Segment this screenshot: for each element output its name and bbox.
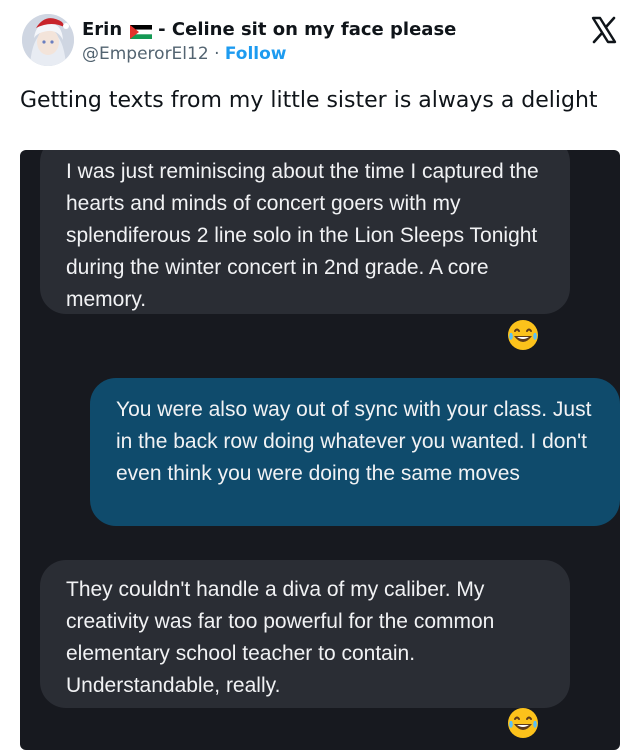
tweet-header: Erin - Celine sit on my face please @Emp…: [0, 0, 640, 80]
tweet-text: Getting texts from my little sister is a…: [20, 88, 598, 113]
author-handle[interactable]: @EmperorEl12: [82, 44, 209, 64]
message-bubble-incoming: I was just reminiscing about the time I …: [40, 150, 570, 314]
handle-line: @EmperorEl12 · Follow: [82, 44, 287, 64]
laughing-tears-emoji-icon: [506, 706, 540, 740]
author-name[interactable]: Erin: [82, 19, 122, 40]
laughing-tears-emoji-icon: [506, 318, 540, 352]
author-name-suffix[interactable]: - Celine sit on my face please: [158, 19, 456, 40]
avatar[interactable]: [22, 14, 74, 66]
separator: ·: [214, 44, 220, 64]
author-name-line[interactable]: Erin - Celine sit on my face please: [82, 19, 456, 40]
palestine-flag-icon: [130, 23, 153, 39]
message-bubble-incoming: They couldn't handle a diva of my calibe…: [40, 560, 570, 708]
message-bubble-outgoing: You were also way out of sync with your …: [90, 378, 620, 526]
x-logo-icon[interactable]: [590, 16, 618, 44]
chat-screenshot: I was just reminiscing about the time I …: [20, 150, 620, 750]
follow-button[interactable]: Follow: [225, 44, 287, 64]
